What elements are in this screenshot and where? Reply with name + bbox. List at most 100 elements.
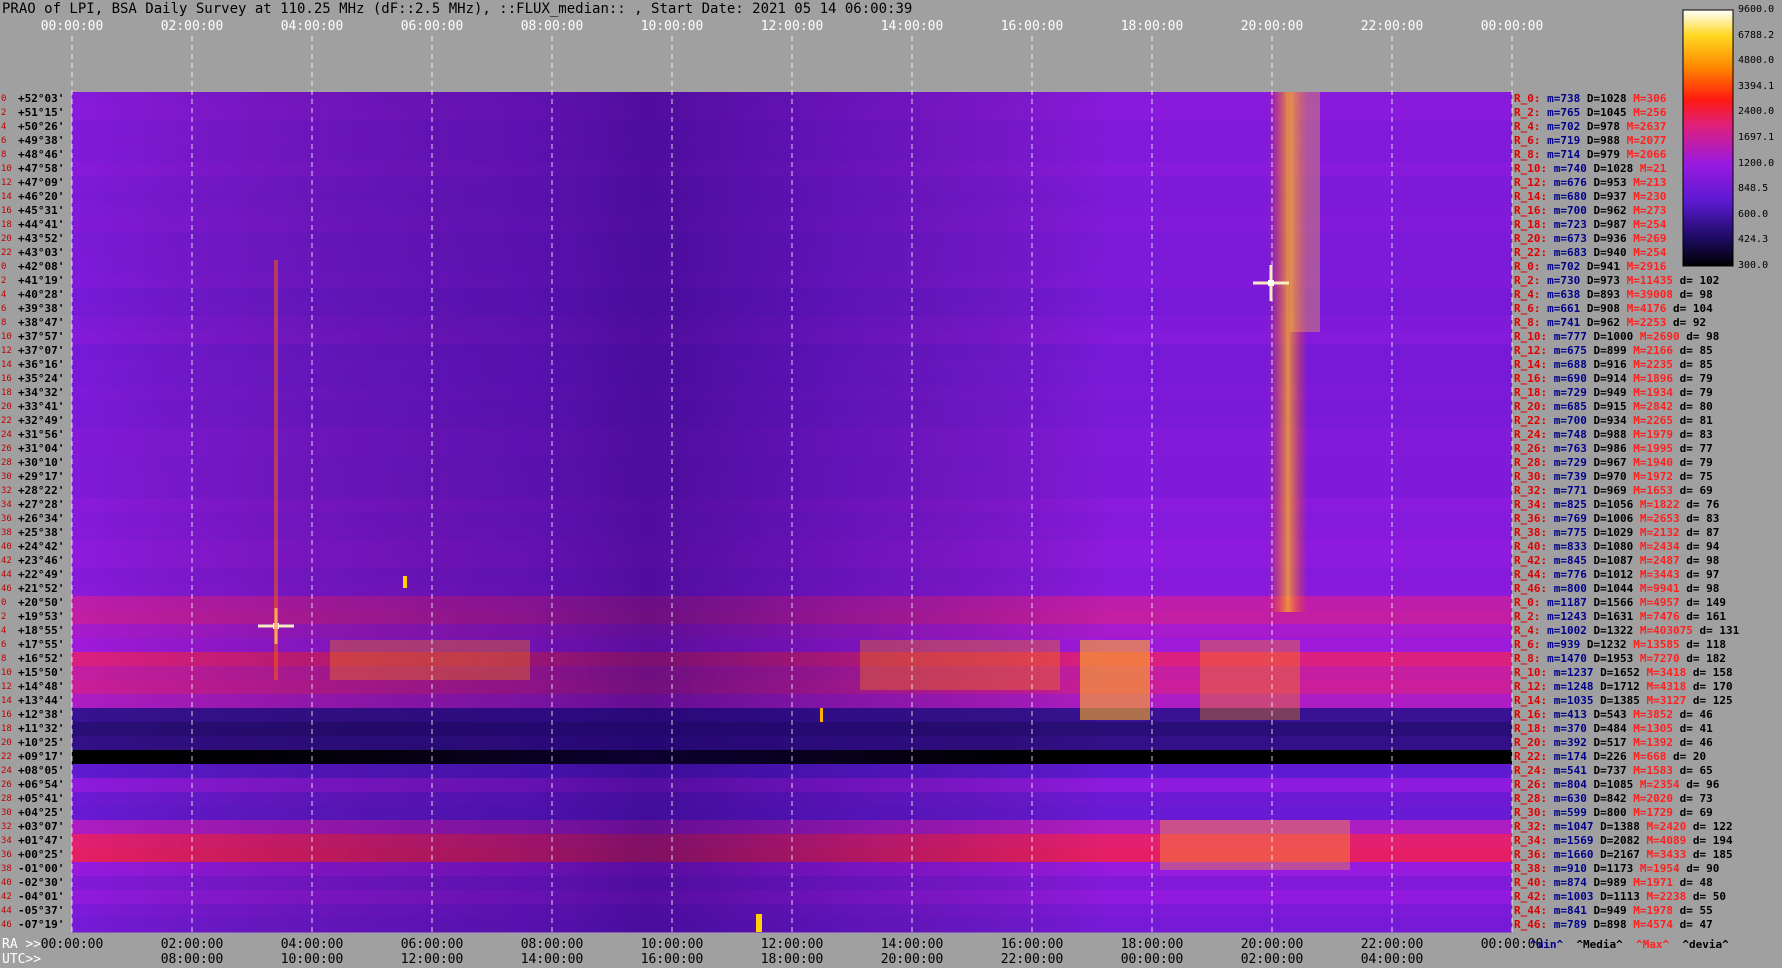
- declination-label: +47°58': [18, 162, 65, 175]
- row-index: 8: [1, 150, 7, 160]
- top-time-tick: 04:00:00: [280, 19, 344, 34]
- stat-receiver: R_16:: [1514, 708, 1548, 721]
- stat-row: R_4: m=702 D=978 M=2637: [1514, 120, 1666, 133]
- declination-label: +37°07': [18, 344, 65, 357]
- stat-max: M=1995: [1626, 442, 1673, 455]
- stat-row: R_10: m=740 D=1028 M=21: [1514, 162, 1666, 175]
- source-feature: [1290, 92, 1320, 332]
- legend-max: ^Max^: [1635, 938, 1670, 951]
- stat-deviation: d= 83: [1679, 512, 1720, 525]
- stat-receiver: R_8:: [1514, 316, 1541, 329]
- declination-label: +13°44': [18, 694, 65, 707]
- declination-label: +11°32': [18, 722, 65, 735]
- utc-tick: 20:00:00: [880, 952, 944, 967]
- stat-median: D=1044: [1586, 582, 1634, 595]
- stat-min: m=661: [1540, 302, 1581, 315]
- row-index: 8: [1, 654, 7, 664]
- stat-min: m=702: [1540, 260, 1581, 273]
- stat-max: M=2132: [1633, 526, 1680, 539]
- stat-receiver: R_14:: [1514, 358, 1548, 371]
- ra-tick: 02:00:00: [160, 937, 224, 952]
- stat-max: M=21: [1633, 162, 1667, 175]
- row-index: 2: [1, 276, 7, 286]
- stat-median: D=2082: [1593, 834, 1640, 847]
- stat-max: M=2020: [1626, 792, 1673, 805]
- stat-receiver: R_26:: [1514, 442, 1548, 455]
- stat-deviation: d= 47: [1672, 918, 1713, 931]
- colorbar: [1682, 9, 1734, 267]
- row-index: 36: [1, 514, 12, 524]
- declination-label: +47°09': [18, 176, 65, 189]
- row-index: 28: [1, 458, 12, 468]
- row-index: 0: [1, 94, 7, 104]
- declination-label: +23°46': [18, 554, 65, 567]
- stat-median: D=973: [1580, 274, 1620, 287]
- row-index: 4: [1, 626, 7, 636]
- stat-min: m=630: [1547, 792, 1587, 805]
- stat-median: D=969: [1586, 484, 1627, 497]
- stat-max: M=1583: [1626, 764, 1673, 777]
- stat-row: R_44: m=841 D=949 M=1978 d= 55: [1514, 904, 1713, 917]
- declination-label: +40°28': [18, 288, 65, 301]
- stat-max: M=2235: [1626, 358, 1673, 371]
- stat-min: m=1660: [1547, 848, 1594, 861]
- stat-median: D=936: [1586, 232, 1627, 245]
- stat-deviation: d= 98: [1672, 288, 1713, 301]
- stat-max: M=4574: [1626, 918, 1673, 931]
- stat-receiver: R_28:: [1514, 456, 1548, 469]
- stat-median: D=941: [1580, 260, 1620, 273]
- declination-label: +12°38': [18, 708, 65, 721]
- declination-label: +29°17': [18, 470, 65, 483]
- stat-row: R_18: m=723 D=987 M=254: [1514, 218, 1666, 231]
- stat-median: D=1006: [1586, 512, 1634, 525]
- row-index: 20: [1, 234, 12, 244]
- stat-median: D=1712: [1593, 680, 1640, 693]
- stat-median: D=908: [1580, 302, 1620, 315]
- stat-receiver: R_2:: [1514, 274, 1541, 287]
- stat-max: M=3433: [1639, 848, 1687, 861]
- stat-receiver: R_12:: [1514, 344, 1548, 357]
- stat-median: D=1029: [1586, 526, 1634, 539]
- stat-min: m=676: [1547, 176, 1587, 189]
- stat-deviation: d= 55: [1672, 904, 1713, 917]
- stat-max: M=1934: [1626, 386, 1673, 399]
- declination-label: +44°41': [18, 218, 65, 231]
- utc-tick: 22:00:00: [1000, 952, 1064, 967]
- stat-deviation: d= 118: [1679, 638, 1726, 651]
- declination-label: +27°28': [18, 498, 65, 511]
- row-index: 18: [1, 220, 12, 230]
- source-feature: [1268, 280, 1274, 286]
- stat-median: D=1113: [1593, 890, 1640, 903]
- stat-row: R_4: m=1002 D=1322 M=403075 d= 131: [1514, 624, 1739, 637]
- stat-min: m=680: [1547, 190, 1587, 203]
- declination-label: +50°26': [18, 120, 65, 133]
- stat-min: m=729: [1547, 456, 1587, 469]
- stat-deviation: d= 98: [1679, 330, 1720, 343]
- stat-median: D=1056: [1586, 498, 1634, 511]
- row-index: 40: [1, 878, 12, 888]
- colorbar-tick: 1697.1: [1738, 132, 1775, 143]
- utc-tick: 12:00:00: [400, 952, 464, 967]
- row-index: 42: [1, 556, 12, 566]
- declination-label: +43°03': [18, 246, 65, 259]
- row-index: 32: [1, 486, 12, 496]
- declination-label: +20°50': [18, 596, 65, 609]
- stat-max: M=2077: [1620, 134, 1667, 147]
- row-index: 8: [1, 318, 7, 328]
- stat-row: R_6: m=661 D=908 M=4176 d= 104: [1514, 302, 1713, 315]
- stat-median: D=893: [1580, 288, 1620, 301]
- stat-max: M=1940: [1626, 456, 1673, 469]
- declination-label: +49°38': [18, 134, 65, 147]
- stat-min: m=688: [1547, 358, 1587, 371]
- declination-label: +06°54': [18, 778, 65, 791]
- source-feature: [1200, 640, 1300, 720]
- stat-row: R_26: m=763 D=986 M=1995 d= 77: [1514, 442, 1713, 455]
- row-index: 38: [1, 864, 12, 874]
- ra-axis-label: RA >>: [2, 937, 42, 952]
- stat-receiver: R_32:: [1514, 820, 1548, 833]
- stat-receiver: R_10:: [1514, 330, 1548, 343]
- stat-min: m=174: [1547, 750, 1587, 763]
- stat-min: m=1047: [1547, 820, 1594, 833]
- stat-max: M=9941: [1633, 582, 1680, 595]
- stat-max: M=4957: [1633, 596, 1680, 609]
